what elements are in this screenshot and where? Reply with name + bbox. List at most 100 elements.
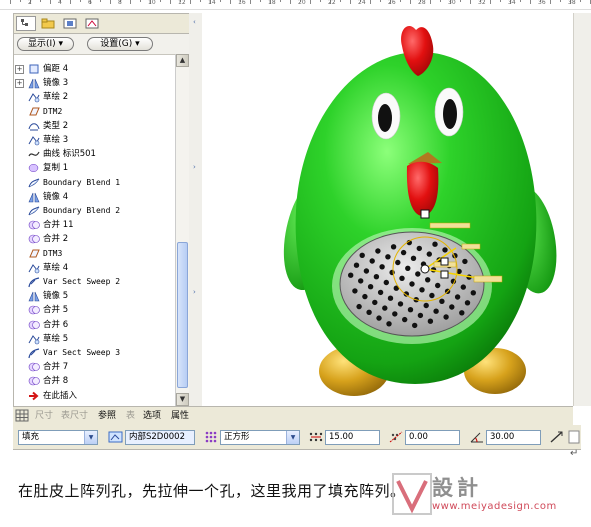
tree-item[interactable]: + 镜像 3 — [14, 76, 175, 90]
tree-item[interactable]: 合并 6 — [14, 318, 175, 332]
ruler-tick — [230, 0, 231, 4]
tree-item[interactable]: 镜像 4 — [14, 190, 175, 204]
tree-item[interactable]: DTM2 — [14, 105, 175, 119]
tree-item[interactable]: Var Sect Sweep 3 — [14, 346, 175, 360]
ruler-tick — [550, 0, 551, 4]
pattern-hole — [390, 244, 397, 250]
pattern-hole — [356, 303, 362, 310]
tree-filter-bar: 显示(I) ▾ 设置(G) ▾ — [14, 34, 189, 52]
tree-item[interactable]: 合并 11 — [14, 218, 175, 232]
tree-item[interactable]: 草绘 2 — [14, 90, 175, 104]
ruler-tick — [370, 0, 371, 4]
splitter-grip-icon[interactable]: › — [193, 163, 198, 171]
tree-item[interactable]: Boundary Blend 2 — [14, 204, 175, 218]
settings-dropdown-button[interactable]: 设置(G) ▾ — [87, 37, 153, 51]
pattern-type-select[interactable]: 填充 ▼ — [18, 430, 98, 445]
tree-item[interactable]: 镜像 5 — [14, 289, 175, 303]
style-icon — [28, 120, 40, 132]
tree-item[interactable]: Boundary Blend 1 — [14, 176, 175, 190]
scroll-thumb[interactable] — [177, 242, 188, 388]
pattern-hole — [352, 288, 358, 294]
direction-flip-icon[interactable] — [549, 430, 565, 446]
tree-item[interactable]: 合并 8 — [14, 374, 175, 388]
copy-icon — [28, 162, 40, 174]
border-offset-input[interactable]: 0.00 — [405, 430, 460, 445]
tree-item[interactable]: Var Sect Sweep 2 — [14, 275, 175, 289]
scroll-down-arrow-icon[interactable]: ▼ — [176, 393, 189, 406]
graphics-viewport[interactable] — [202, 18, 573, 406]
tab-properties[interactable]: 属性 — [171, 410, 189, 422]
ruler-tick — [430, 0, 431, 4]
pause-icon[interactable] — [568, 430, 584, 446]
ruler-tick — [10, 0, 11, 4]
pattern-hole — [464, 300, 471, 306]
tree-item[interactable]: + 偏距 4 — [14, 62, 175, 76]
tree-item[interactable]: 曲线 标识501 — [14, 147, 175, 161]
drag-handle[interactable] — [473, 275, 503, 283]
tree-item[interactable]: 合并 5 — [14, 303, 175, 317]
pattern-origin-handle[interactable] — [420, 264, 430, 274]
sketch-reference-field[interactable]: 内部S2D0002 — [125, 430, 195, 445]
pattern-hole — [416, 245, 422, 252]
tab-options[interactable]: 选项 — [143, 410, 161, 422]
folder-browser-icon[interactable] — [38, 16, 58, 31]
ruler-number: 34 — [508, 0, 516, 6]
tree-item[interactable]: 合并 7 — [14, 360, 175, 374]
ruler-tick — [490, 0, 491, 4]
tree-item-label: 合并 2 — [43, 234, 69, 245]
pattern-hole — [376, 315, 382, 321]
tree-item[interactable]: DTM3 — [14, 247, 175, 261]
scroll-up-arrow-icon[interactable]: ▲ — [176, 54, 189, 67]
tree-item-label: 合并 11 — [43, 220, 74, 231]
ruler-tick — [40, 0, 41, 2]
tree-item[interactable]: 合并 2 — [14, 232, 175, 246]
connections-icon[interactable] — [82, 16, 102, 31]
tree-item-label: 类型 2 — [43, 120, 69, 131]
pattern-hole — [402, 316, 408, 323]
grid-type-select[interactable]: 正方形 ▼ — [220, 430, 300, 445]
pattern-hole — [348, 272, 354, 278]
tree-scrollbar[interactable]: ▲ ▼ — [175, 54, 189, 406]
anchor-handle[interactable] — [420, 209, 430, 219]
tab-references[interactable]: 参照 — [98, 410, 116, 422]
pattern-hole — [427, 318, 434, 324]
square-grid-icon — [203, 430, 219, 446]
dashboard-tabs: 尺寸 表尺寸 参照 表 选项 属性 — [13, 406, 573, 425]
rotation-angle-input[interactable]: 30.00 — [486, 430, 541, 445]
tree-item-label: 草绘 2 — [43, 92, 69, 103]
tab-tables[interactable]: 表 — [126, 410, 135, 422]
ruler-tick — [500, 0, 501, 2]
spacing-input[interactable]: 15.00 — [325, 430, 380, 445]
mirror-icon — [28, 290, 40, 302]
favorites-icon[interactable] — [60, 16, 80, 31]
drag-handle[interactable] — [429, 222, 471, 229]
tree-item[interactable]: 复制 1 — [14, 161, 175, 175]
border-offset-icon — [388, 430, 404, 446]
sketch-reference-value: 内部S2D0002 — [129, 432, 185, 442]
ruler-tick — [580, 0, 581, 2]
expand-icon[interactable]: + — [15, 79, 24, 89]
tree-item[interactable]: 在此插入 — [14, 389, 175, 403]
anchor-handle[interactable] — [440, 257, 449, 266]
drag-handle[interactable] — [461, 243, 481, 250]
expand-icon[interactable]: + — [15, 65, 24, 74]
tree-item[interactable]: 草绘 5 — [14, 332, 175, 346]
collapse-arrow-icon[interactable]: ‹ — [193, 18, 198, 26]
splitter-grip-icon[interactable]: › — [193, 288, 198, 296]
tree-item[interactable]: 草绘 3 — [14, 133, 175, 147]
ruler-tick — [70, 0, 71, 4]
pattern-hole — [425, 277, 431, 283]
spacing-icon — [308, 430, 324, 446]
tab-dimensions[interactable]: 尺寸 — [35, 410, 53, 422]
pattern-hole — [407, 307, 414, 313]
anchor-handle[interactable] — [440, 270, 449, 279]
tree-item[interactable]: 草绘 4 — [14, 261, 175, 275]
show-dropdown-button[interactable]: 显示(I) ▾ — [17, 37, 74, 51]
panel-splitter[interactable]: ‹ › › — [189, 13, 202, 406]
tab-table-dimensions[interactable]: 表尺寸 — [61, 410, 88, 422]
tree-item[interactable]: 类型 2 — [14, 119, 175, 133]
pattern-hole — [353, 262, 360, 268]
ruler-number: 20 — [298, 0, 306, 6]
model-tree-icon[interactable] — [16, 16, 36, 31]
chick-model-render[interactable] — [202, 18, 573, 406]
